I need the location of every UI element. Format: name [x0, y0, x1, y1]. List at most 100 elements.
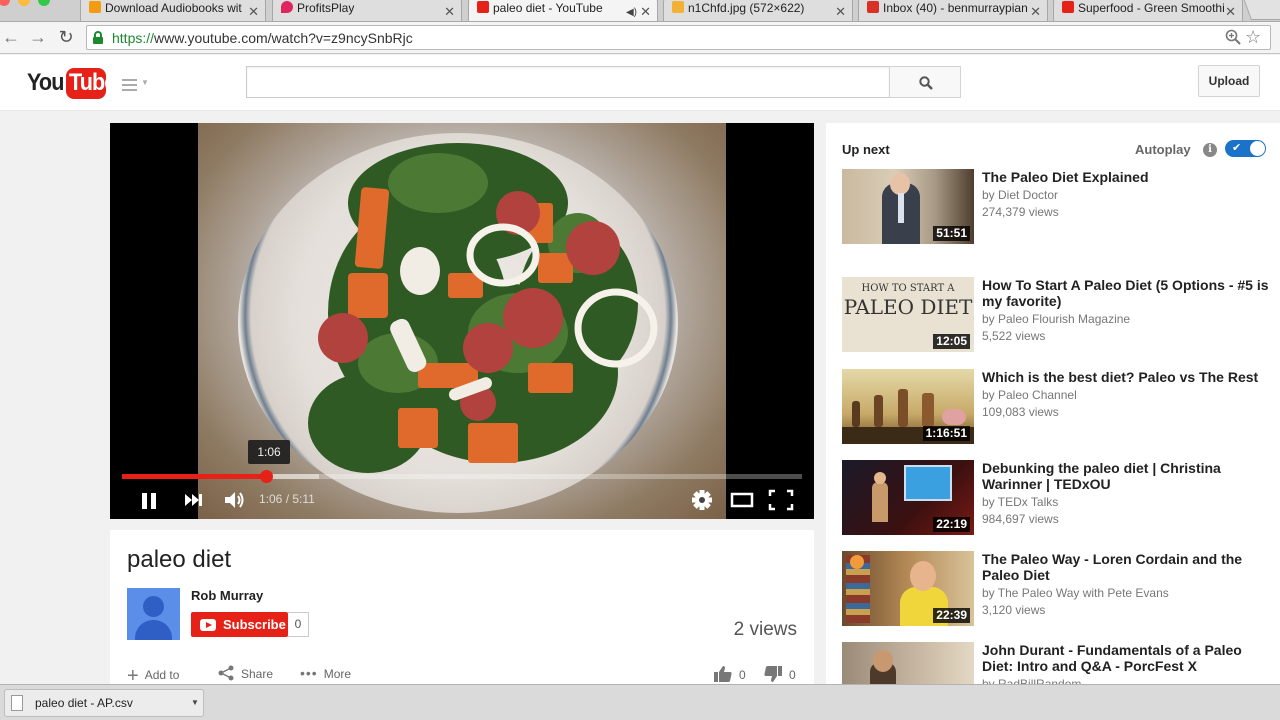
- search-icon: [919, 76, 933, 90]
- time-tooltip: 1:06: [248, 440, 290, 464]
- lock-icon: [93, 31, 103, 44]
- video-thumbnail[interactable]: HOW TO START A PALEO DIET 12:05: [842, 277, 974, 352]
- pause-button[interactable]: [138, 487, 162, 513]
- video-channel: by Paleo Flourish Magazine: [982, 312, 1131, 326]
- close-tab-icon[interactable]: ✕: [444, 1, 455, 21]
- close-tab-icon[interactable]: ✕: [640, 1, 651, 21]
- youtube-play-icon: [200, 619, 216, 631]
- related-video-item[interactable]: 22:39 The Paleo Way - Loren Cordain and …: [842, 551, 1272, 631]
- gmail-favicon-icon: [867, 1, 879, 13]
- address-bar[interactable]: https://www.youtube.com/watch?v=z9ncySnb…: [86, 25, 1271, 50]
- video-title[interactable]: How To Start A Paleo Diet (5 Options - #…: [982, 277, 1272, 309]
- video-thumbnail[interactable]: 1:16:51: [842, 369, 974, 444]
- video-title[interactable]: Which is the best diet? Paleo vs The Res…: [982, 369, 1272, 385]
- checkmark-icon: ✔: [1232, 142, 1242, 154]
- maximize-window-icon[interactable]: [38, 0, 50, 6]
- forward-arrow-icon[interactable]: →: [27, 26, 49, 48]
- download-item[interactable]: paleo diet - AP.csv ▼: [4, 689, 204, 717]
- browser-tab-audiobooks[interactable]: Download Audiobooks wit ✕: [80, 0, 266, 21]
- chevron-down-icon[interactable]: ▼: [191, 698, 199, 707]
- tab-title: Inbox (40) - benmurraypian: [883, 1, 1028, 15]
- search-button[interactable]: [889, 66, 961, 98]
- subscribe-button[interactable]: Subscribe: [191, 612, 288, 637]
- bookmark-star-icon[interactable]: ☆: [1245, 27, 1261, 48]
- browser-tab-profitsplay[interactable]: ProfitsPlay ✕: [272, 0, 462, 21]
- video-thumbnail[interactable]: 22:39: [842, 551, 974, 626]
- video-duration: 22:19: [933, 517, 970, 532]
- settings-button[interactable]: [690, 487, 714, 513]
- video-player[interactable]: 1:06 1:06 / 5:11: [110, 123, 814, 519]
- close-tab-icon[interactable]: ✕: [248, 1, 259, 21]
- add-to-label: Add to: [144, 668, 180, 682]
- dislike-count: 0: [789, 668, 796, 682]
- up-next-sidebar: Up next Autoplay i ✔ 51:51 The Paleo Die…: [826, 123, 1280, 690]
- related-video-item[interactable]: 51:51 The Paleo Diet Explained by Diet D…: [842, 169, 1272, 249]
- video-duration: 22:39: [933, 608, 970, 623]
- video-title[interactable]: The Paleo Diet Explained: [982, 169, 1272, 185]
- more-button[interactable]: ••• More: [300, 665, 351, 681]
- new-tab-button[interactable]: [1242, 0, 1280, 20]
- upload-button[interactable]: Upload: [1198, 65, 1260, 97]
- guide-menu-icon[interactable]: [122, 79, 137, 94]
- chevron-down-icon: ▼: [141, 78, 149, 87]
- video-thumbnail[interactable]: [842, 642, 974, 690]
- reload-icon[interactable]: ↻: [55, 26, 77, 48]
- channel-name[interactable]: Rob Murray: [191, 588, 263, 603]
- browser-tab-youtube[interactable]: paleo diet - YouTube ◀) ✕: [468, 0, 658, 21]
- more-dots-icon: •••: [300, 665, 318, 681]
- close-tab-icon[interactable]: ✕: [1030, 1, 1041, 21]
- theater-mode-icon: [730, 492, 754, 508]
- download-filename: paleo diet - AP.csv: [35, 696, 133, 710]
- video-title[interactable]: The Paleo Way - Loren Cordain and the Pa…: [982, 551, 1272, 583]
- dislike-button[interactable]: 0: [763, 665, 796, 683]
- thumbnail-heading-small: HOW TO START A: [861, 283, 955, 294]
- video-duration: 51:51: [933, 226, 970, 241]
- theater-mode-button[interactable]: [730, 487, 754, 513]
- channel-avatar[interactable]: [127, 588, 180, 640]
- related-video-item[interactable]: HOW TO START A PALEO DIET 12:05 How To S…: [842, 277, 1272, 357]
- video-thumbnail[interactable]: 51:51: [842, 169, 974, 244]
- related-video-item[interactable]: 22:19 Debunking the paleo diet | Christi…: [842, 460, 1272, 540]
- autoplay-toggle[interactable]: ✔: [1225, 140, 1266, 157]
- volume-button[interactable]: [222, 487, 248, 513]
- browser-tab-gmail[interactable]: Inbox (40) - benmurraypian ✕: [858, 0, 1048, 21]
- close-tab-icon[interactable]: ✕: [835, 1, 846, 21]
- related-video-item[interactable]: 1:16:51 Which is the best diet? Paleo vs…: [842, 369, 1272, 449]
- video-channel: by Paleo Channel: [982, 388, 1077, 402]
- pause-icon: [142, 493, 156, 509]
- next-icon: [185, 494, 202, 506]
- tab-title: Superfood - Green Smoothi: [1078, 1, 1225, 15]
- video-duration: 12:05: [933, 334, 970, 349]
- next-button[interactable]: [182, 487, 206, 513]
- video-title[interactable]: John Durant - Fundamentals of a Paleo Di…: [982, 642, 1272, 674]
- zoom-icon[interactable]: [1225, 29, 1241, 49]
- browser-tab-superfood[interactable]: Superfood - Green Smoothi ✕: [1053, 0, 1243, 21]
- thumbnail-heading-large: PALEO DIET: [843, 295, 973, 319]
- close-tab-icon[interactable]: ✕: [1225, 1, 1236, 21]
- video-duration: 1:16:51: [922, 426, 970, 441]
- minimize-window-icon[interactable]: [18, 0, 30, 6]
- tab-title: Download Audiobooks wit: [105, 1, 242, 15]
- close-window-icon[interactable]: [0, 0, 10, 6]
- youtube-favicon-icon: [1062, 1, 1074, 13]
- view-count: 2 views: [733, 619, 797, 640]
- video-title[interactable]: Debunking the paleo diet | Christina War…: [982, 460, 1272, 492]
- video-channel: by Diet Doctor: [982, 188, 1059, 202]
- browser-toolbar: ← → ↻ https://www.youtube.com/watch?v=z9…: [0, 22, 1280, 54]
- played-bar: [122, 474, 267, 479]
- browser-tab-image[interactable]: n1Chfd.jpg (572×622) ✕: [663, 0, 853, 21]
- file-icon: [11, 695, 23, 711]
- video-thumbnail[interactable]: 22:19: [842, 460, 974, 535]
- autoplay-label: Autoplay: [1135, 142, 1191, 157]
- subscriber-count: 0: [288, 612, 309, 637]
- info-icon[interactable]: i: [1203, 143, 1217, 157]
- search-input[interactable]: [246, 66, 890, 98]
- more-label: More: [323, 667, 352, 681]
- like-button[interactable]: 0: [713, 665, 746, 683]
- back-arrow-icon[interactable]: ←: [0, 26, 22, 48]
- video-views: 3,120 views: [982, 603, 1046, 617]
- share-button[interactable]: Share: [217, 665, 273, 681]
- fullscreen-button[interactable]: [768, 487, 794, 513]
- related-video-item[interactable]: John Durant - Fundamentals of a Paleo Di…: [842, 642, 1272, 690]
- up-next-heading: Up next: [842, 142, 890, 157]
